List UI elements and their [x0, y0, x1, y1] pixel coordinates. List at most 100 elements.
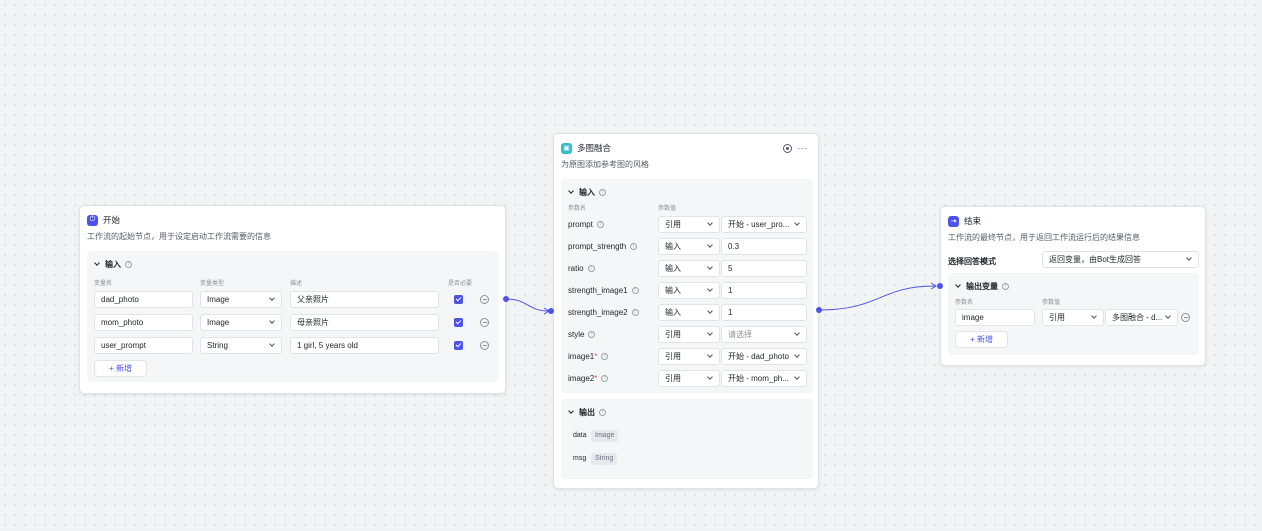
chevron-down-icon [955, 283, 961, 289]
start-title: 开始 [103, 215, 121, 225]
end-output-toggle[interactable]: 输出变量 i [955, 281, 1009, 292]
answer-mode-label: 选择回答模式 [948, 257, 996, 266]
end-node[interactable]: ⇥ 结束 工作流的最终节点，用于返回工作流运行后的结果信息 选择回答模式 返回变… [940, 206, 1206, 366]
merge-input-title: 输入 [579, 188, 595, 197]
end-output-title: 输出变量 [966, 282, 998, 291]
col-desc-header: 描述 [290, 281, 303, 287]
remove-row-icon[interactable] [480, 318, 489, 327]
end-title: 结束 [964, 216, 982, 226]
var-type-select[interactable]: Image [200, 314, 282, 331]
param-label: image1* i [568, 352, 609, 361]
end-input-port[interactable] [937, 283, 943, 289]
param-value-select[interactable]: 开始 - dad_photo [721, 348, 807, 365]
param-value-input[interactable]: 0.3 [721, 238, 807, 255]
start-input-title: 输入 [105, 260, 121, 269]
merge-output-section: 输出 i data Image msg String [561, 399, 813, 479]
param-value-input[interactable]: 1 [721, 282, 807, 299]
param-value-select[interactable]: 请选择 [721, 326, 807, 343]
param-mode-select[interactable]: 输入 [658, 260, 720, 277]
required-mark: * [594, 374, 598, 383]
info-icon: i [588, 331, 596, 339]
var-desc-input[interactable]: 母亲照片 [290, 314, 439, 331]
param-mode-select[interactable]: 输入 [658, 282, 720, 299]
end-param-name-header: 参数名 [955, 300, 974, 306]
param-mode-select[interactable]: 引用 [658, 326, 720, 343]
var-name-input[interactable]: mom_photo [94, 314, 193, 331]
info-icon: i [599, 189, 606, 196]
info-icon: i [631, 287, 639, 295]
merge-input-port[interactable] [548, 308, 554, 314]
required-checkbox[interactable] [454, 341, 463, 350]
param-label: image2* i [568, 374, 609, 383]
chevron-down-icon [568, 409, 574, 415]
var-type-select[interactable]: Image [200, 291, 282, 308]
remove-row-icon[interactable] [480, 341, 489, 350]
remove-row-icon[interactable] [1181, 313, 1190, 322]
output-type-tag: Image [591, 430, 619, 442]
merge-output-title: 输出 [579, 408, 595, 417]
merge-input-section: 输入 i 参数名 参数值 prompt i 引用 开始 - user_pro... pr… [561, 179, 813, 393]
col-name-header: 变量名 [94, 281, 113, 287]
play-circle-icon[interactable] [782, 143, 792, 153]
param-mode-select[interactable]: 引用 [658, 370, 720, 387]
info-icon: i [601, 353, 609, 361]
info-icon: i [631, 309, 639, 317]
param-mode-select[interactable]: 输入 [658, 238, 720, 255]
chevron-down-icon [568, 189, 574, 195]
merge-output-port[interactable] [816, 307, 822, 313]
info-icon: i [599, 409, 606, 416]
start-output-port[interactable] [503, 296, 509, 302]
param-name-header: 参数名 [568, 206, 587, 212]
start-node[interactable]: ⏻ 开始 工作流的起始节点，用于设定启动工作流需要的信息 输入 i 变量名 变量… [79, 205, 506, 394]
end-param-value-header: 参数值 [1042, 300, 1061, 306]
end-desc: 工作流的最终节点，用于返回工作流运行后的结果信息 [948, 233, 1140, 242]
merge-node[interactable]: ▣ 多图融合 为原图添加参考图的风格 ··· 输入 i 参数名 参数值 prom… [553, 133, 819, 489]
var-desc-input[interactable]: 父亲照片 [290, 291, 439, 308]
info-icon: i [1002, 283, 1009, 290]
param-value-input[interactable]: 1 [721, 304, 807, 321]
more-icon[interactable]: ··· [798, 143, 809, 153]
output-type-tag: String [591, 453, 618, 465]
var-name-input[interactable]: dad_photo [94, 291, 193, 308]
merge-desc: 为原图添加参考图的风格 [561, 160, 649, 169]
end-param-mode-select[interactable]: 引用 [1042, 309, 1104, 326]
param-value-input[interactable]: 5 [721, 260, 807, 277]
param-mode-select[interactable]: 引用 [658, 216, 720, 233]
end-icon: ⇥ [948, 215, 959, 227]
add-variable-button[interactable]: + 新增 [94, 360, 147, 377]
start-input-section: 输入 i 变量名 变量类型 描述 是否必要 dad_photo Image 父亲… [87, 251, 498, 382]
var-name-input[interactable]: user_prompt [94, 337, 193, 354]
start-input-toggle[interactable]: 输入 i [94, 259, 132, 270]
param-label: strength_image2 i [568, 308, 639, 317]
var-type-select[interactable]: String [200, 337, 282, 354]
param-mode-select[interactable]: 引用 [658, 348, 720, 365]
required-checkbox[interactable] [454, 318, 463, 327]
info-icon: i [596, 221, 604, 229]
required-checkbox[interactable] [454, 295, 463, 304]
info-icon: i [630, 243, 638, 251]
image-merge-icon: ▣ [561, 142, 572, 154]
info-icon: i [587, 265, 595, 273]
merge-output-toggle[interactable]: 输出 i [568, 407, 606, 418]
info-icon: i [125, 261, 132, 268]
end-param-name-input[interactable]: image [955, 309, 1035, 326]
plus-icon: + [109, 364, 116, 373]
col-type-header: 变量类型 [200, 281, 225, 287]
end-output-section: 输出变量 i 参数名 参数值 image 引用 多图融合 - d... + 新增 [948, 273, 1199, 355]
param-value-select[interactable]: 开始 - user_pro... [721, 216, 807, 233]
merge-input-toggle[interactable]: 输入 i [568, 187, 606, 198]
info-icon: i [601, 375, 609, 383]
end-param-value-select[interactable]: 多图融合 - d... [1105, 309, 1178, 326]
output-name: data [573, 432, 587, 439]
param-value-select[interactable]: 开始 - mom_ph... [721, 370, 807, 387]
remove-row-icon[interactable] [480, 295, 489, 304]
param-value-header: 参数值 [658, 206, 677, 212]
param-label: prompt_strength i [568, 242, 638, 251]
param-mode-select[interactable]: 输入 [658, 304, 720, 321]
answer-mode-select[interactable]: 返回变量，由Bot生成回答 [1042, 251, 1199, 268]
var-desc-input[interactable]: 1 girl, 5 years old [290, 337, 439, 354]
edge-merge-to-end [818, 285, 936, 311]
end-add-button[interactable]: + 新增 [955, 331, 1008, 348]
param-label: ratio i [568, 264, 595, 273]
param-label: style i [568, 330, 596, 339]
